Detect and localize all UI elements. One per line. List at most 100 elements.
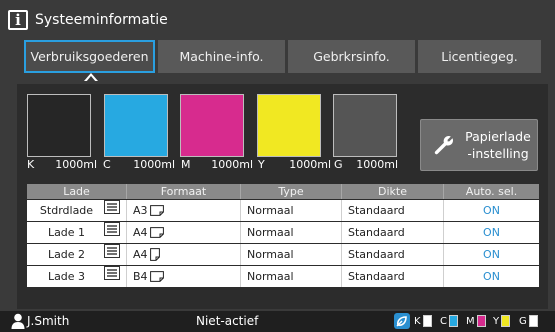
page-title: Systeeminformatie <box>35 12 168 28</box>
ink-amount: 1000ml <box>356 158 398 171</box>
machine-status: Niet-actief <box>196 314 259 328</box>
statusbar-ink-c: C <box>440 314 458 328</box>
title-bar: i Systeeminformatie <box>8 7 168 33</box>
cell-formaat: B4 <box>127 266 241 287</box>
table-row[interactable]: Stdrdlade A3 Normaal Standaard ON <box>27 200 539 221</box>
ink-level-magenta <box>180 94 244 157</box>
ink-amount: 1000ml <box>55 158 97 171</box>
list-icon[interactable] <box>100 266 120 287</box>
cell-lade: Stdrdlade <box>27 200 127 221</box>
cell-auto-select: ON <box>483 248 500 261</box>
ink-label-gray: G 1000ml <box>334 158 398 174</box>
ink-swatch <box>476 315 486 327</box>
tab-bar: Verbruiksgoederen Machine-info. Gebrkrsi… <box>24 40 541 73</box>
tray-label-line1: Papierlade <box>465 129 531 144</box>
cell-dikte: Standaard <box>342 244 444 265</box>
table-header: Lade Formaat Type Dikte Auto. sel. <box>27 184 539 199</box>
username: J.Smith <box>27 314 70 328</box>
statusbar-ink-k: K <box>414 314 432 328</box>
column-header-type: Type <box>241 184 342 199</box>
tray-name: Stdrdlade <box>39 204 94 217</box>
paper-orientation-icon <box>149 227 164 238</box>
cell-type: Normaal <box>241 222 342 243</box>
paper-size: B4 <box>133 270 148 283</box>
ink-swatch <box>448 315 458 327</box>
ink-amount: 1000ml <box>133 158 175 171</box>
ink-amount: 1000ml <box>289 158 331 171</box>
list-icon[interactable] <box>100 200 120 221</box>
ink-label-black: K 1000ml <box>27 158 97 174</box>
status-bar: J.Smith Niet-actief K C M Y G <box>0 311 555 332</box>
user-icon <box>11 313 25 332</box>
tab-machine-info[interactable]: Machine-info. <box>158 40 285 73</box>
cell-type: Normaal <box>241 266 342 287</box>
ink-level-black <box>27 94 91 157</box>
cell-dikte: Standaard <box>342 200 444 221</box>
cell-auto-select: ON <box>483 270 500 283</box>
cell-lade: Lade 2 <box>27 244 127 265</box>
cell-formaat: A3 <box>127 200 241 221</box>
paper-size: A3 <box>133 204 148 217</box>
ink-label-magenta: M 1000ml <box>181 158 253 174</box>
screen: i Systeeminformatie Verbruiksgoederen Ma… <box>0 0 555 332</box>
tray-name: Lade 3 <box>47 270 86 283</box>
cell-auto-select: ON <box>483 204 500 217</box>
ink-label-yellow: Y 1000ml <box>258 158 331 174</box>
cell-lade: Lade 1 <box>27 222 127 243</box>
statusbar-ink-m: M <box>466 314 486 328</box>
cell-auto-select: ON <box>483 226 500 239</box>
ink-level-yellow <box>257 94 321 157</box>
column-header-formaat: Formaat <box>127 184 241 199</box>
info-icon: i <box>8 10 28 30</box>
wrench-icon <box>429 133 459 157</box>
paper-tray-settings-label: Papierlade -instelling <box>459 128 537 162</box>
active-tab-indicator-inner <box>86 76 96 82</box>
ink-swatch <box>528 315 538 327</box>
ink-level-gray <box>333 94 397 157</box>
ink-code: M <box>466 315 475 327</box>
list-icon[interactable] <box>100 222 120 243</box>
eco-mode-icon[interactable] <box>394 313 410 329</box>
tray-name: Lade 2 <box>47 248 86 261</box>
table-row[interactable]: Lade 2 A4 Normaal Standaard ON <box>27 244 539 265</box>
ink-code: Y <box>493 315 500 327</box>
cell-formaat: A4 <box>127 222 241 243</box>
tray-name: Lade 1 <box>47 226 86 239</box>
paper-orientation-icon <box>149 271 164 282</box>
table-row[interactable]: Lade 1 A4 Normaal Standaard ON <box>27 222 539 243</box>
ink-code: K <box>27 158 35 171</box>
ink-code: Y <box>258 158 265 171</box>
ink-code: G <box>519 315 527 327</box>
tab-licentiegegevens[interactable]: Licentiegeg. <box>418 40 541 73</box>
cell-type: Normaal <box>241 200 342 221</box>
paper-orientation-icon <box>149 205 164 216</box>
cell-dikte: Standaard <box>342 222 444 243</box>
tab-gebruikersinfo[interactable]: Gebrkrsinfo. <box>288 40 415 73</box>
tray-table: Lade Formaat Type Dikte Auto. sel. Stdrd… <box>27 184 539 287</box>
paper-orientation-icon <box>149 248 160 261</box>
statusbar-ink-y: Y <box>493 314 511 328</box>
ink-code: M <box>181 158 191 171</box>
paper-tray-settings-button[interactable]: Papierlade -instelling <box>420 119 538 171</box>
cell-lade: Lade 3 <box>27 266 127 287</box>
tab-verbruiksgoederen[interactable]: Verbruiksgoederen <box>24 40 155 73</box>
list-icon[interactable] <box>100 244 120 265</box>
paper-size: A4 <box>133 248 148 261</box>
cell-formaat: A4 <box>127 244 241 265</box>
cell-type: Normaal <box>241 244 342 265</box>
consumables-panel: K 1000ml C 1000ml M 1000ml Y 1000ml G 10… <box>17 84 548 309</box>
ink-code: G <box>334 158 343 171</box>
statusbar-ink-g: G <box>519 314 538 328</box>
tray-label-line2: -instelling <box>467 146 529 161</box>
column-header-auto-sel: Auto. sel. <box>465 185 518 198</box>
column-header-lade: Lade <box>27 184 127 199</box>
ink-label-cyan: C 1000ml <box>103 158 175 174</box>
table-row[interactable]: Lade 3 B4 Normaal Standaard ON <box>27 266 539 287</box>
ink-amount: 1000ml <box>211 158 253 171</box>
column-header-dikte: Dikte <box>342 184 444 199</box>
ink-swatch <box>422 315 432 327</box>
paper-size: A4 <box>133 226 148 239</box>
ink-code: C <box>103 158 111 171</box>
ink-level-cyan <box>104 94 168 157</box>
ink-code: K <box>414 315 421 327</box>
